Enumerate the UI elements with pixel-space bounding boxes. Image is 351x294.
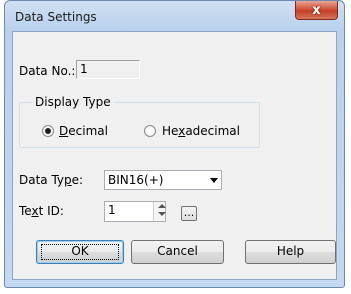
decimal-label[interactable]: Decimal: [59, 124, 108, 138]
data-type-selected: BIN16(+): [108, 173, 164, 187]
data-type-label: Data Type:: [19, 173, 84, 187]
text-id-label: Text ID:: [19, 204, 64, 218]
window-title: Data Settings: [15, 10, 97, 24]
focus-rect: [41, 244, 119, 260]
decimal-radio[interactable]: [42, 125, 54, 137]
title-bar[interactable]: Data Settings x: [5, 1, 344, 31]
data-no-value: 1: [76, 60, 140, 79]
cancel-button[interactable]: Cancel: [131, 240, 224, 264]
spin-arrows-icon[interactable]: [153, 202, 166, 221]
data-no-label: Data No.:: [19, 64, 76, 78]
spin-up-icon[interactable]: [158, 204, 166, 208]
hexadecimal-radio[interactable]: [144, 125, 156, 137]
radio-selected-dot: [45, 128, 51, 134]
display-type-legend: Display Type: [33, 95, 113, 109]
text-id-browse-button[interactable]: ...: [181, 206, 197, 221]
help-button[interactable]: Help: [245, 240, 336, 264]
chevron-down-icon[interactable]: [210, 178, 218, 183]
dialog-body: Data No.: 1 Display Type Decimal Hexadec…: [12, 31, 337, 280]
ok-button[interactable]: OK: [36, 240, 124, 264]
data-type-dropdown[interactable]: BIN16(+): [104, 170, 222, 190]
hexadecimal-label[interactable]: Hexadecimal: [162, 124, 240, 138]
spin-down-icon[interactable]: [158, 212, 166, 216]
dialog-window: Data Settings x Data No.: 1 Display Type…: [4, 0, 345, 288]
close-button[interactable]: x: [295, 1, 338, 20]
close-icon: x: [312, 2, 321, 18]
